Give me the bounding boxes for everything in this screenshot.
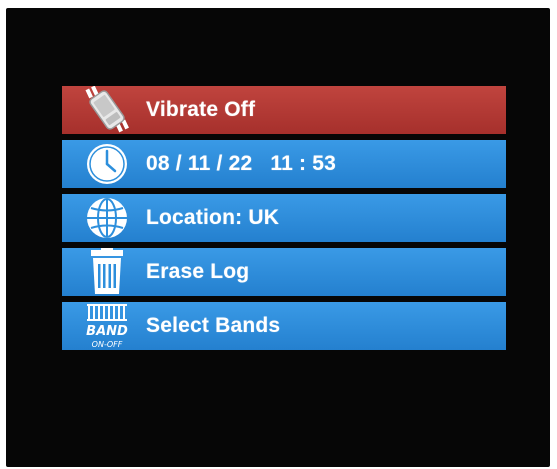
menu-item-vibrate[interactable]: Vibrate Off — [62, 86, 506, 134]
menu-item-date-time[interactable]: 08 / 11 / 22 11 : 53 — [62, 140, 506, 188]
date-time-label: 08 / 11 / 22 11 : 53 — [146, 152, 337, 175]
band-icon-line1: BAND — [86, 324, 128, 339]
trash-icon — [78, 248, 136, 296]
vibrate-icon — [78, 86, 136, 134]
menu-item-select-bands[interactable]: BAND ON-OFF Select Bands — [62, 302, 506, 350]
clock-icon — [78, 140, 136, 188]
erase-log-label: Erase Log — [146, 260, 250, 283]
select-bands-label: Select Bands — [146, 314, 281, 337]
menu-item-location[interactable]: Location: UK — [62, 194, 506, 242]
band-icon-line2: ON-OFF — [92, 340, 123, 349]
device-screen: Vibrate Off 08 / 11 / 22 11 : 53 Locatio… — [6, 8, 550, 467]
device-bezel: Vibrate Off 08 / 11 / 22 11 : 53 Locatio… — [0, 0, 557, 469]
menu-item-erase-log[interactable]: Erase Log — [62, 248, 506, 296]
location-label: Location: UK — [146, 206, 280, 229]
band-icon: BAND ON-OFF — [78, 302, 136, 350]
globe-icon — [78, 194, 136, 242]
settings-menu: Vibrate Off 08 / 11 / 22 11 : 53 Locatio… — [62, 86, 506, 356]
menu-item-label: Vibrate Off — [146, 98, 256, 121]
